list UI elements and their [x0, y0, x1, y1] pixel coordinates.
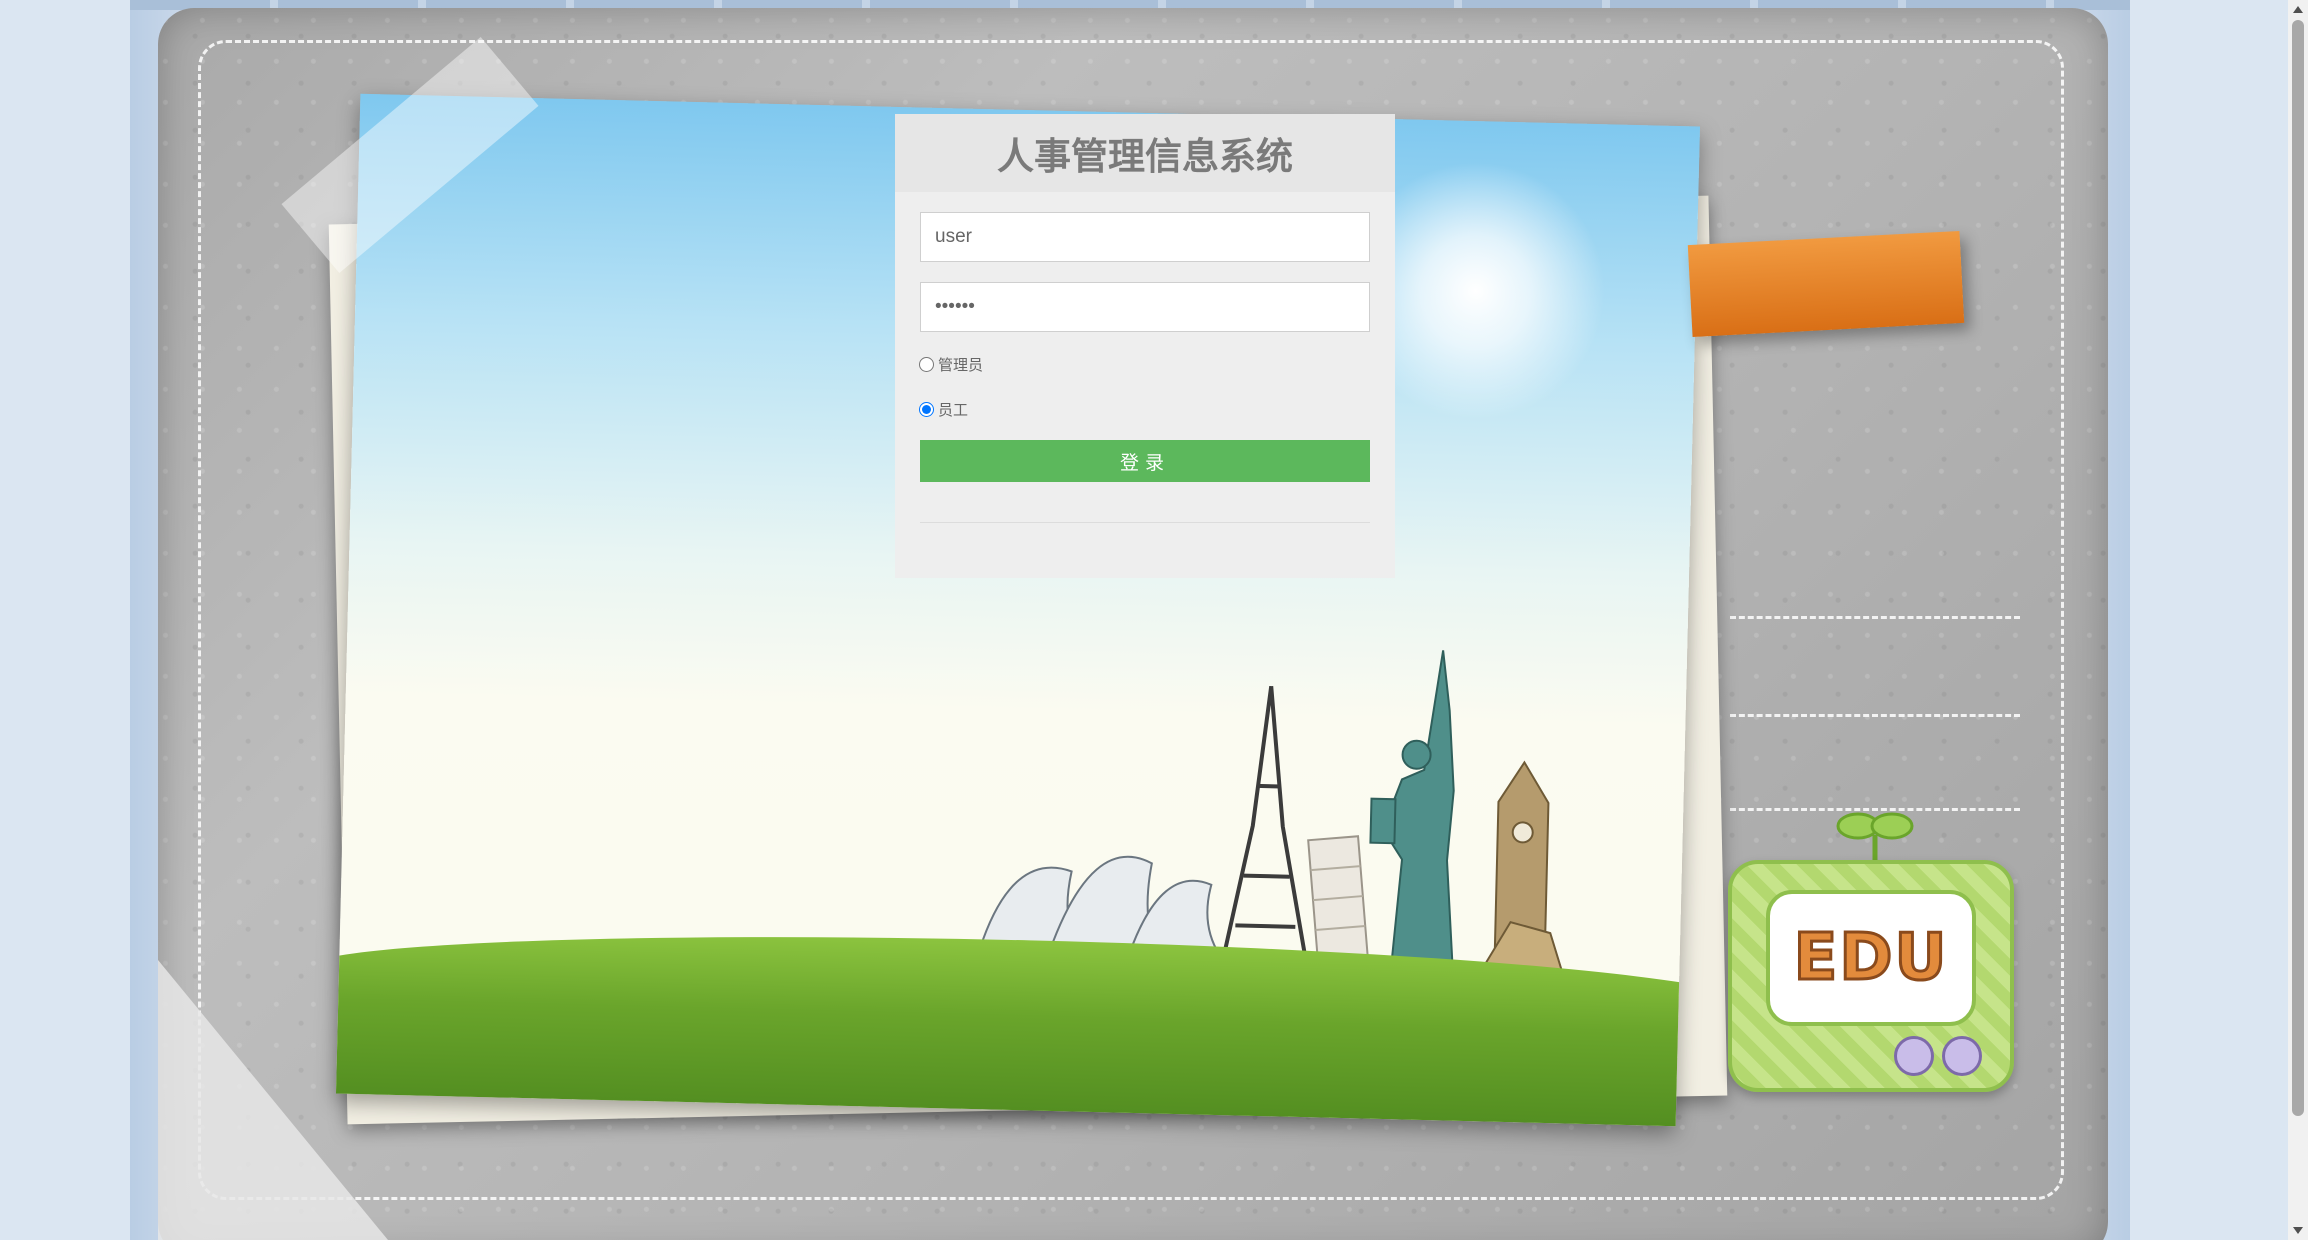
login-header: 人事管理信息系统: [895, 114, 1395, 192]
scroll-up-icon[interactable]: [2293, 6, 2303, 13]
stitch-line: [1730, 714, 2020, 717]
edu-tv-decoration: EDU: [1728, 860, 2014, 1092]
role-option-employee[interactable]: 员工: [919, 399, 968, 420]
login-button[interactable]: 登录: [920, 440, 1370, 482]
employee-radio-label: 员工: [938, 402, 969, 419]
tv-knob-icon: [1942, 1036, 1982, 1076]
vertical-scrollbar[interactable]: [2288, 0, 2308, 1240]
scroll-thumb[interactable]: [2292, 20, 2304, 1116]
login-panel: 人事管理信息系统 管理员 员工 登录: [895, 114, 1395, 578]
role-option-admin[interactable]: 管理员: [919, 354, 983, 375]
orange-ribbon: [1687, 230, 1965, 338]
corner-fold: [158, 960, 388, 1240]
password-input[interactable]: [920, 282, 1370, 332]
tv-logo-text: EDU: [1792, 920, 1949, 997]
admin-radio-label: 管理员: [938, 357, 984, 374]
page-title: 人事管理信息系统: [997, 135, 1293, 178]
username-input[interactable]: [920, 212, 1370, 262]
employee-radio[interactable]: [919, 402, 934, 417]
tv-screen: EDU: [1766, 890, 1976, 1026]
stitch-line: [1730, 616, 2020, 619]
scroll-down-icon[interactable]: [2293, 1227, 2303, 1234]
panel-divider: [920, 522, 1370, 523]
admin-radio[interactable]: [919, 357, 934, 372]
tv-knob-icon: [1894, 1036, 1934, 1076]
